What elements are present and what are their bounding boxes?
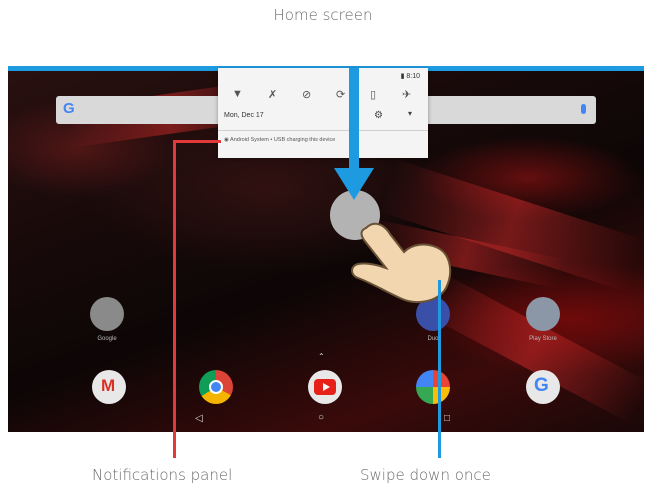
chrome-icon[interactable] [199, 370, 233, 404]
google-logo: G [63, 100, 75, 117]
panel-date: Mon, Dec 17 [224, 112, 264, 119]
play-store-icon[interactable] [526, 297, 560, 331]
mic-icon[interactable] [581, 104, 586, 114]
recents-icon[interactable]: □ [444, 413, 450, 424]
airplane-icon[interactable]: ✈ [402, 88, 411, 101]
callout-line-swipe [438, 280, 441, 458]
photos-icon[interactable] [416, 370, 450, 404]
status-time: ▮ 8:10 [400, 73, 420, 80]
notifications-panel[interactable]: ▮ 8:10 ▼ ✗ ⊘ ⟳ ▯ ✈ Mon, Dec 17 ⚙ ▾ ◉ And… [218, 68, 428, 158]
swipe-down-arrow-icon [334, 168, 374, 200]
flashlight-icon[interactable]: ▯ [370, 88, 376, 101]
caption-swipe-down: Swipe down once [360, 466, 491, 484]
app-label-play-store: Play Store [529, 336, 557, 342]
home-icon[interactable]: ○ [318, 412, 324, 423]
google-icon[interactable]: G [526, 370, 560, 404]
rotate-icon[interactable]: ⟳ [336, 88, 345, 101]
callout-line-notifications-vertical [173, 140, 176, 458]
callout-line-notifications [173, 140, 221, 143]
swipe-hand-icon [351, 222, 452, 304]
youtube-icon[interactable] [308, 370, 342, 404]
notification-item[interactable]: ◉ Android System • USB charging this dev… [224, 137, 335, 143]
panel-divider [218, 130, 428, 131]
quick-settings-row: ▼ ✗ ⊘ ⟳ ▯ ✈ [218, 88, 428, 106]
caption-home-screen: Home screen [273, 6, 373, 24]
chevron-down-icon[interactable]: ▾ [408, 109, 412, 118]
gear-icon[interactable]: ⚙ [374, 110, 383, 121]
wifi-icon[interactable]: ▼ [232, 88, 243, 100]
app-label-google: Google [97, 336, 117, 342]
dnd-icon[interactable]: ⊘ [302, 88, 311, 101]
gmail-icon[interactable]: M [92, 370, 126, 404]
app-label-duo: Duo [427, 336, 439, 342]
bluetooth-icon[interactable]: ✗ [268, 88, 277, 101]
swipe-arrow-shaft [349, 68, 359, 176]
back-icon[interactable]: ◁ [195, 413, 203, 424]
app-drawer-chevron-icon[interactable]: ⌃ [318, 352, 325, 361]
google-folder-icon[interactable] [90, 297, 124, 331]
caption-notifications-panel: Notifications panel [92, 466, 233, 484]
